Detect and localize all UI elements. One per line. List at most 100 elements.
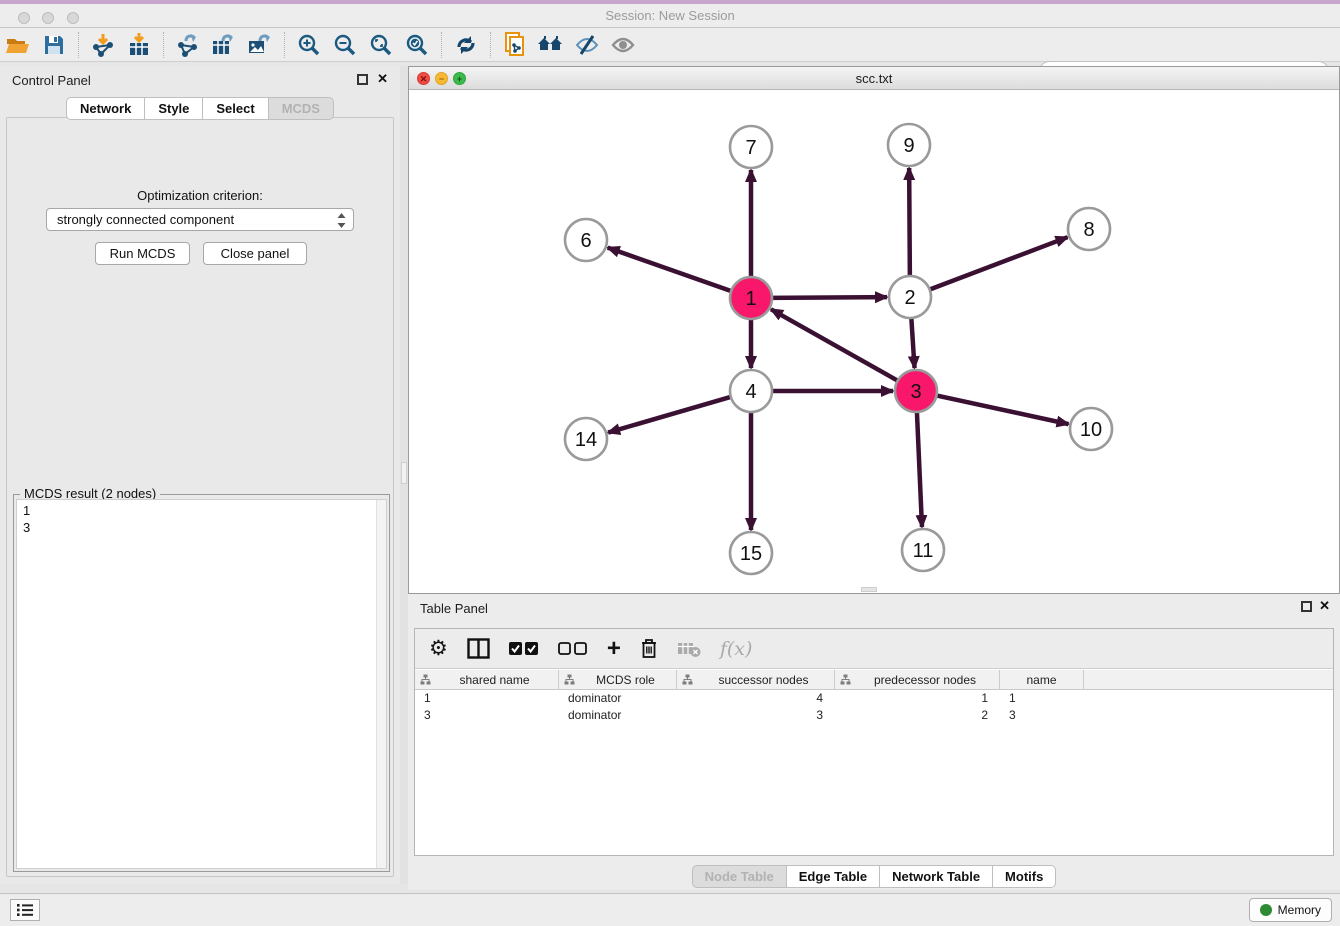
table-panel-title: Table Panel	[420, 601, 488, 616]
select-all-icon[interactable]	[509, 642, 539, 656]
column-header-successor-nodes[interactable]: successor nodes	[677, 670, 835, 689]
node-2[interactable]: 2	[889, 276, 931, 318]
run-mcds-button[interactable]: Run MCDS	[95, 242, 190, 265]
optimization-criterion-label: Optimization criterion:	[7, 188, 393, 203]
tab-motifs[interactable]: Motifs	[993, 865, 1056, 888]
column-header-name[interactable]: name	[1000, 670, 1084, 689]
show-graphics-icon[interactable]	[605, 30, 641, 60]
vertical-splitter[interactable]	[400, 66, 408, 884]
toolbar-separator	[441, 32, 442, 58]
toolbar-separator	[78, 32, 79, 58]
mcds-result-area[interactable]: 1 3	[16, 499, 387, 869]
window-title: Session: New Session	[0, 8, 1340, 23]
export-table-icon[interactable]	[206, 30, 242, 60]
task-history-button[interactable]	[10, 899, 40, 921]
edge-2-3[interactable]	[911, 316, 914, 368]
import-network-icon[interactable]	[85, 30, 121, 60]
home-network-icon[interactable]	[533, 30, 569, 60]
splitter-handle[interactable]	[401, 462, 407, 484]
table-panel-tabs: Node TableEdge TableNetwork TableMotifs	[408, 865, 1340, 888]
float-table-panel-icon[interactable]	[1301, 601, 1312, 612]
edge-3-1[interactable]	[771, 309, 899, 381]
node-15[interactable]: 15	[730, 532, 772, 574]
main-toolbar	[0, 28, 1340, 62]
node-label: 8	[1083, 219, 1094, 241]
node-1[interactable]: 1	[730, 277, 772, 319]
edge-1-2[interactable]	[770, 297, 887, 298]
edge-4-14[interactable]	[608, 396, 733, 432]
edge-2-8[interactable]	[928, 237, 1068, 290]
apply-layout-icon[interactable]	[448, 30, 484, 60]
toolbar-separator	[163, 32, 164, 58]
criterion-select[interactable]: strongly connected component	[46, 208, 354, 231]
node-7[interactable]: 7	[730, 126, 772, 168]
memory-status-icon	[1260, 904, 1272, 916]
table-settings-icon[interactable]: ⚙	[429, 639, 448, 659]
table-row[interactable]: 1dominator411	[415, 690, 1333, 707]
node-6[interactable]: 6	[565, 219, 607, 261]
node-label: 6	[580, 230, 591, 252]
column-header-predecessor-nodes[interactable]: predecessor nodes	[835, 670, 1000, 689]
zoom-selected-icon[interactable]	[399, 30, 435, 60]
criterion-value: strongly connected component	[57, 212, 234, 227]
node-14[interactable]: 14	[565, 418, 607, 460]
tab-network-table[interactable]: Network Table	[880, 865, 993, 888]
node-8[interactable]: 8	[1068, 208, 1110, 250]
result-scrollbar[interactable]	[376, 500, 386, 868]
zoom-in-icon[interactable]	[291, 30, 327, 60]
node-label: 2	[904, 287, 915, 309]
close-panel-button[interactable]: Close panel	[203, 242, 307, 265]
node-3[interactable]: 3	[895, 370, 937, 412]
float-panel-icon[interactable]	[357, 74, 368, 85]
network-window-titlebar[interactable]: ✕ − + scc.txt	[409, 67, 1339, 90]
export-network-icon[interactable]	[170, 30, 206, 60]
column-header-MCDS-role[interactable]: MCDS role	[559, 670, 677, 689]
node-table-container: ⚙ + f(x) shared nameMCDS rolesuccessor n…	[414, 628, 1334, 856]
select-stepper-icon	[336, 212, 347, 232]
node-10[interactable]: 10	[1070, 408, 1112, 450]
network-canvas[interactable]: 7 9 6 8 1 2 4 3 14 10 15 11	[409, 90, 1339, 593]
delete-table-icon[interactable]	[677, 640, 701, 658]
hide-graphics-icon[interactable]	[569, 30, 605, 60]
control-panel: Control Panel ✕ Optimization criterion: …	[0, 66, 400, 884]
tab-mcds[interactable]: MCDS	[269, 97, 334, 120]
close-panel-icon[interactable]: ✕	[377, 71, 388, 87]
memory-button[interactable]: Memory	[1249, 898, 1332, 922]
export-image-icon[interactable]	[242, 30, 278, 60]
node-label: 15	[740, 543, 762, 565]
column-header-shared-name[interactable]: shared name	[415, 670, 559, 689]
cell-MCDS-role: dominator	[559, 690, 677, 707]
deselect-all-icon[interactable]	[558, 642, 588, 656]
network-window-grip[interactable]	[861, 587, 877, 592]
zoom-fit-icon[interactable]	[363, 30, 399, 60]
status-bar: Memory	[0, 893, 1340, 926]
tab-network[interactable]: Network	[66, 97, 145, 120]
edge-2-9[interactable]	[909, 168, 910, 278]
node-label: 4	[745, 381, 756, 403]
edge-1-6[interactable]	[608, 248, 733, 292]
import-table-icon[interactable]	[121, 30, 157, 60]
open-session-icon[interactable]	[0, 30, 36, 60]
tab-node-table[interactable]: Node Table	[692, 865, 787, 888]
edge-3-10[interactable]	[935, 395, 1069, 424]
node-11[interactable]: 11	[902, 529, 944, 571]
network-from-file-icon[interactable]	[497, 30, 533, 60]
cell-shared-name: 1	[415, 690, 559, 707]
tab-style[interactable]: Style	[145, 97, 203, 120]
cell-predecessor-nodes: 1	[835, 690, 1000, 707]
node-4[interactable]: 4	[730, 370, 772, 412]
node-9[interactable]: 9	[888, 124, 930, 166]
save-session-icon[interactable]	[36, 30, 72, 60]
delete-column-icon[interactable]	[640, 638, 658, 659]
add-column-icon[interactable]: +	[607, 639, 621, 659]
tab-select[interactable]: Select	[203, 97, 268, 120]
node-label: 1	[745, 288, 756, 310]
tab-edge-table[interactable]: Edge Table	[787, 865, 880, 888]
toolbar-separator	[490, 32, 491, 58]
edge-3-11[interactable]	[917, 410, 922, 527]
cell-name: 3	[1000, 707, 1084, 724]
zoom-out-icon[interactable]	[327, 30, 363, 60]
column-visibility-icon[interactable]	[467, 638, 490, 659]
table-row[interactable]: 3dominator323	[415, 707, 1333, 724]
close-table-panel-icon[interactable]: ✕	[1319, 598, 1330, 614]
